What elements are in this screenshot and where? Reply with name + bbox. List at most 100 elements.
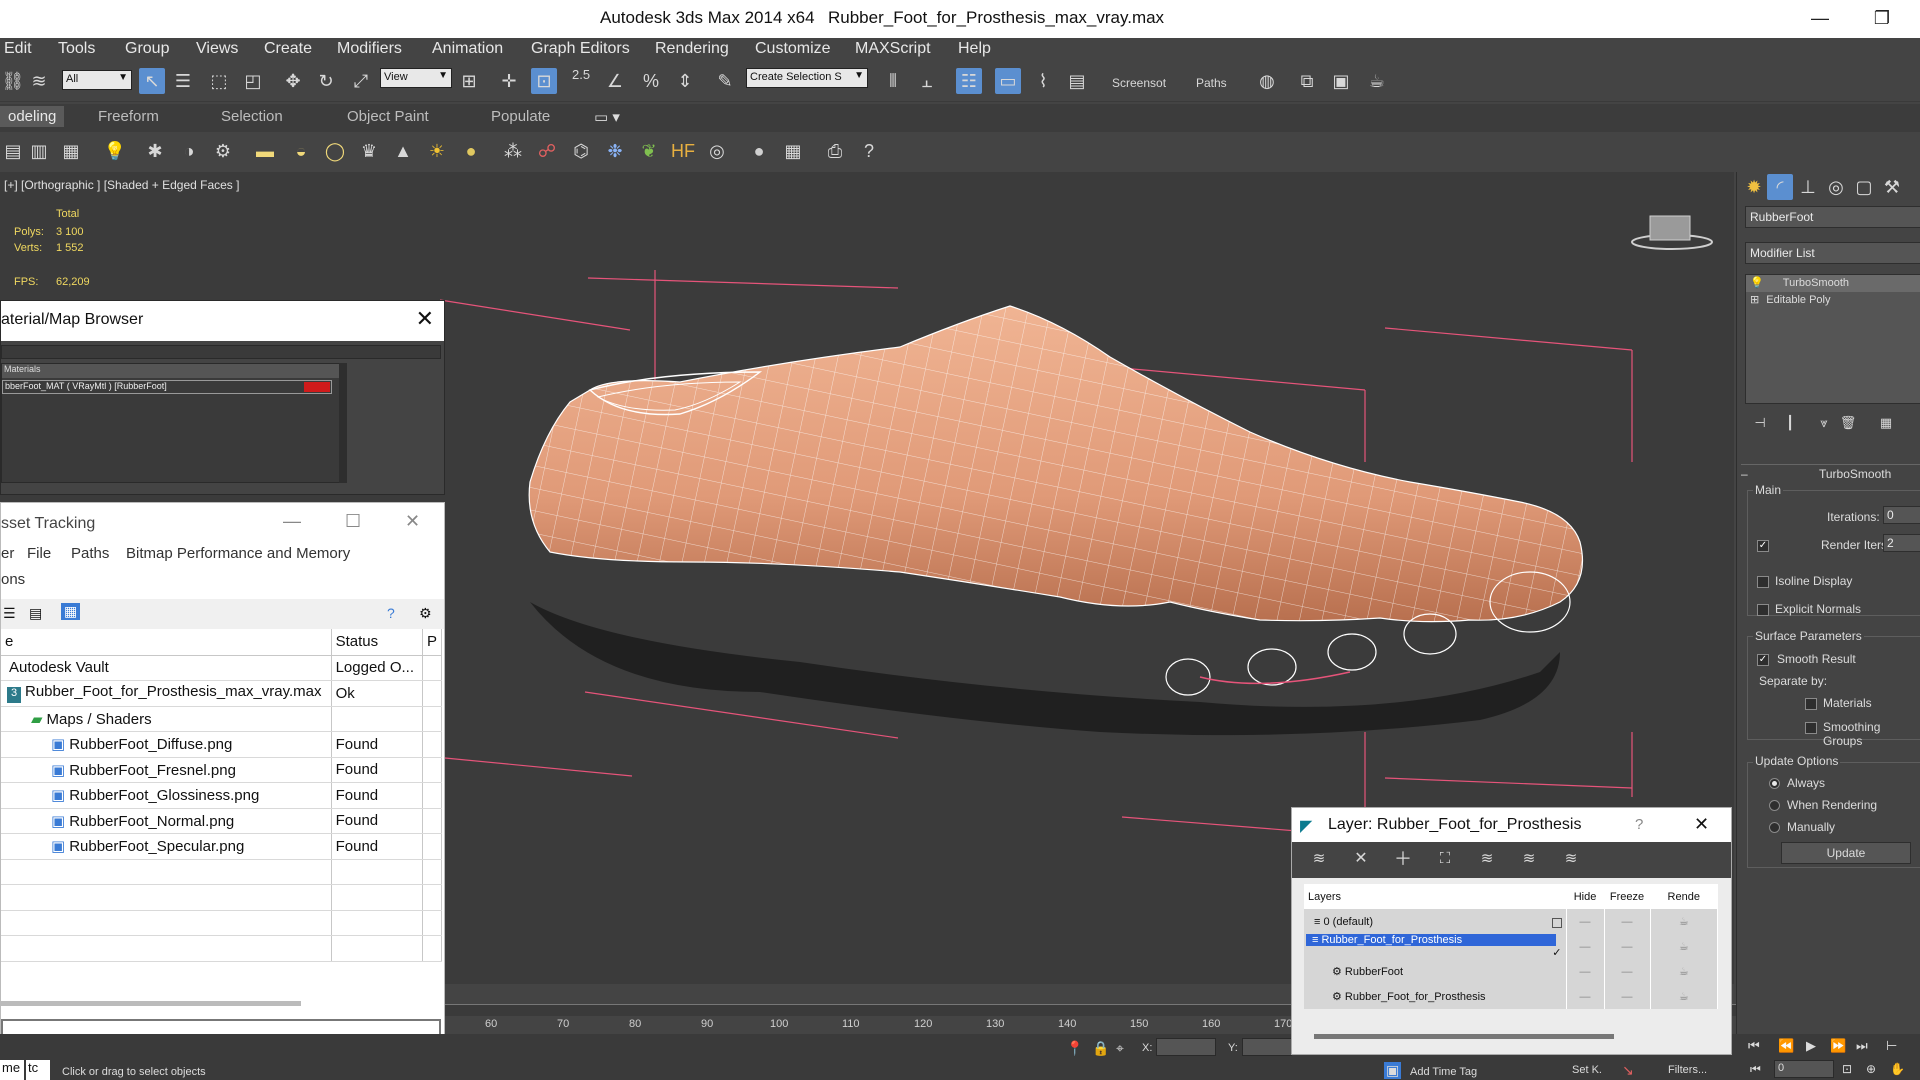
helpers-icon[interactable]: ✱ xyxy=(142,138,168,164)
key-filter-icon[interactable]: ↘ xyxy=(1622,1062,1634,1079)
create-layer-icon[interactable]: ≋ xyxy=(1306,846,1332,872)
go-to-end-icon[interactable]: ⏭ xyxy=(1856,1038,1868,1054)
manually-radio[interactable] xyxy=(1769,822,1780,833)
tab-freeform[interactable]: Freeform xyxy=(98,108,159,125)
paths-button[interactable]: Paths xyxy=(1196,76,1227,90)
rendered-frame-window-icon[interactable]: ▣ xyxy=(1328,68,1354,94)
material-list-scrollbar[interactable] xyxy=(339,363,347,483)
remove-modifier-icon[interactable]: 🗑 xyxy=(1835,410,1861,436)
reference-coordinate-dropdown[interactable]: View ▼ xyxy=(380,68,452,88)
x-coord-field[interactable] xyxy=(1156,1038,1216,1056)
tree-view-icon[interactable]: ▤ xyxy=(29,605,42,622)
table-row[interactable]: Autodesk Vault Logged O... xyxy=(1,655,443,681)
minimize-button[interactable]: — xyxy=(1800,4,1840,32)
menu-maxscript[interactable]: MAXScript xyxy=(855,40,931,58)
select-objects-in-layer-icon[interactable]: ⛶ xyxy=(1432,846,1458,872)
curve-editor-icon[interactable]: ⌇ xyxy=(1030,68,1056,94)
menu-views[interactable]: Views xyxy=(196,40,238,58)
maxscript-listener[interactable]: me xyxy=(0,1060,24,1080)
iterations-spinner[interactable]: 0 xyxy=(1883,506,1920,524)
vray-material-icon[interactable]: ● xyxy=(746,138,772,164)
highlight-layer-icon[interactable]: ≋ xyxy=(1474,846,1500,872)
edit-named-selection-icon[interactable]: ✎ xyxy=(712,68,738,94)
zoom-icon[interactable]: ⊕ xyxy=(1866,1062,1876,1076)
filters-button[interactable]: Filters... xyxy=(1668,1064,1707,1076)
current-frame-field[interactable]: 0 xyxy=(1774,1060,1834,1078)
tab-modeling[interactable]: odeling xyxy=(0,106,65,127)
systems-icon[interactable]: ⚙ xyxy=(210,138,236,164)
configure-sets-icon[interactable]: ▦ xyxy=(1873,410,1899,436)
always-radio[interactable] xyxy=(1769,778,1780,789)
rollout-collapse-icon[interactable]: – xyxy=(1741,467,1748,481)
select-by-name-icon[interactable]: ☰ xyxy=(170,68,196,94)
vray-proxy-icon[interactable]: ⁂ xyxy=(500,138,526,164)
percent-snap-icon[interactable]: % xyxy=(638,68,664,94)
vray-plane-icon[interactable]: ▬ xyxy=(252,138,278,164)
lock-selection-icon[interactable]: 🔒 xyxy=(1092,1040,1109,1057)
layer-row[interactable]: ≡ Rubber_Foot_for_Prosthesis ✓ — — ☕ xyxy=(1304,934,1718,959)
zoom-extents-icon[interactable]: ⊡ xyxy=(1842,1062,1852,1076)
column-freeze[interactable]: Freeze xyxy=(1604,884,1651,909)
window-crossing-icon[interactable]: ◰ xyxy=(240,68,266,94)
render-iters-checkbox[interactable]: ✓ xyxy=(1757,540,1769,552)
vray-sphere-light-icon[interactable]: ◯ xyxy=(322,138,348,164)
materials-section-header[interactable]: Materials xyxy=(2,364,340,378)
go-to-start-icon[interactable]: ⏮ xyxy=(1748,1038,1760,1054)
layer-row[interactable]: ≡ 0 (default) — — ☕ xyxy=(1304,909,1718,934)
light-bulb-icon[interactable]: 💡 xyxy=(1750,277,1764,289)
stack-item-editable-poly[interactable]: ⊞ Editable Poly xyxy=(1746,292,1920,309)
menu-edit[interactable]: Edit xyxy=(4,40,32,58)
screenshot-button[interactable]: Screensot xyxy=(1112,76,1166,90)
space-warps-icon[interactable]: ◑ xyxy=(176,138,202,164)
rotate-icon[interactable]: ↻ xyxy=(313,68,339,94)
table-row[interactable]: ▣ RubberFoot_Diffuse.png Found xyxy=(1,731,443,758)
play-icon[interactable]: ▶ xyxy=(1806,1038,1816,1054)
add-time-tag-button[interactable]: Add Time Tag xyxy=(1410,1066,1477,1078)
schematic-view-icon[interactable]: ▤ xyxy=(1064,68,1090,94)
current-layer-checkbox[interactable] xyxy=(1551,917,1562,928)
menu-tools[interactable]: Tools xyxy=(58,40,95,58)
utilities-tab-icon[interactable]: ⚒ xyxy=(1879,174,1905,200)
ribbon-options-icon[interactable]: ▭ ▾ xyxy=(594,108,620,126)
help-icon[interactable]: ? xyxy=(387,605,395,621)
graphite-ribbon-icon[interactable]: ▭ xyxy=(995,68,1021,94)
move-icon[interactable]: ✥ xyxy=(280,68,306,94)
tab-populate[interactable]: Populate xyxy=(491,108,550,125)
materials-checkbox[interactable] xyxy=(1805,698,1817,710)
minimize-icon[interactable]: — xyxy=(283,511,301,532)
layer-row[interactable]: ⚙ RubberFoot — — ☕ xyxy=(1304,959,1718,984)
modify-tab-icon[interactable]: ◜ xyxy=(1767,174,1793,200)
menu-server[interactable]: er xyxy=(1,545,14,562)
vray-mesh-light-icon[interactable]: ♛ xyxy=(356,138,382,164)
named-selection-dropdown[interactable]: Create Selection S ▼ xyxy=(746,68,868,88)
render-production-icon[interactable]: ☕ xyxy=(1364,68,1390,94)
table-row[interactable]: 3 Rubber_Foot_for_Prosthesis_max_vray.max… xyxy=(1,680,443,707)
time-config-icon[interactable]: ⏮ xyxy=(1750,1062,1761,1077)
settings-icon[interactable]: ⚙ xyxy=(419,605,432,622)
angle-snap-icon[interactable]: ∠ xyxy=(602,68,628,94)
vray-ies-icon[interactable]: ▲ xyxy=(390,138,416,164)
vray-hair-icon[interactable]: ❦ xyxy=(636,138,662,164)
column-name[interactable]: e xyxy=(1,629,332,656)
keyboard-shortcut-override-icon[interactable]: ⊡ xyxy=(531,68,557,94)
light-lister-icon[interactable]: 💡 xyxy=(102,138,128,164)
next-frame-icon[interactable]: ⏩ xyxy=(1830,1038,1846,1054)
vray-ambient-light-icon[interactable]: ● xyxy=(458,138,484,164)
vray-clipper-icon[interactable]: ◎ xyxy=(704,138,730,164)
layer-explorer-icon[interactable]: ▥ xyxy=(26,138,52,164)
column-layers[interactable]: Layers xyxy=(1304,884,1567,909)
modifier-stack[interactable]: 💡 TurboSmooth ⊞ Editable Poly xyxy=(1745,274,1920,404)
table-view-icon[interactable]: ▦ xyxy=(61,603,81,620)
display-tab-icon[interactable]: ▢ xyxy=(1851,174,1877,200)
table-row[interactable]: ▰ Maps / Shaders xyxy=(1,706,443,732)
layer-manager-icon[interactable]: ☷ xyxy=(956,68,982,94)
modifier-list-dropdown[interactable]: Modifier List xyxy=(1745,242,1920,264)
mirror-icon[interactable]: ⫴ xyxy=(880,68,906,94)
view-cube[interactable] xyxy=(1631,215,1713,250)
absolute-mode-icon[interactable]: ⌖ xyxy=(1116,1040,1124,1057)
smooth-result-checkbox[interactable]: ✓ xyxy=(1757,654,1769,666)
explicit-normals-checkbox[interactable] xyxy=(1757,604,1769,616)
expand-plus-icon[interactable]: ⊞ xyxy=(1750,294,1759,306)
menu-graph-editors[interactable]: Graph Editors xyxy=(531,40,630,58)
render-iters-spinner[interactable]: 2 xyxy=(1883,534,1920,552)
